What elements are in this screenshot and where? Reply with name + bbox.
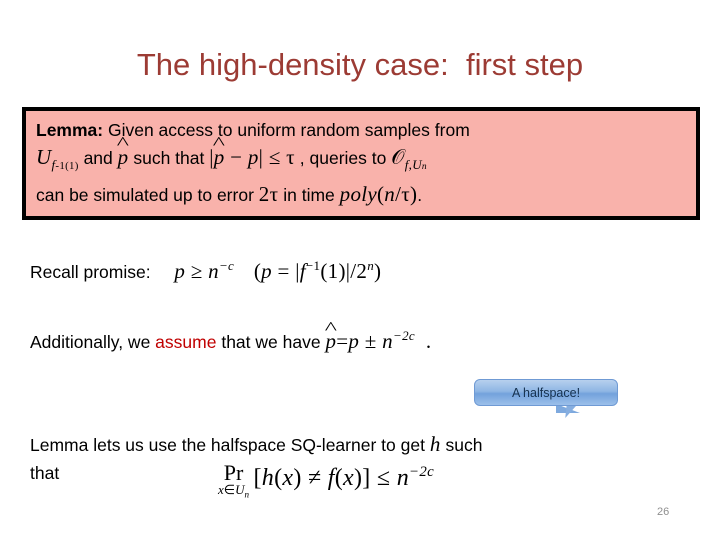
math-pr-sub-in: ∈: [223, 482, 236, 497]
math-U: U: [36, 145, 52, 169]
math-p-2: p: [261, 259, 272, 283]
hat-accent-icon: ^: [212, 133, 226, 154]
hat-accent-icon: ^: [324, 318, 338, 339]
math-U-sub-inverse: -1: [55, 160, 66, 173]
math-abs-close: |: [258, 145, 264, 169]
math-U-sub-one: (1): [65, 160, 79, 173]
page-number: 26: [657, 506, 670, 518]
math-abs-diff: | ^ p − p| ≤ τ: [209, 135, 295, 169]
math-exponent-n: n: [367, 258, 375, 273]
math-two: 2: [258, 182, 270, 207]
math-leq: ≤: [376, 465, 391, 492]
math-x-2: x: [343, 465, 354, 492]
lemma-line-3-period: .: [417, 185, 423, 206]
hat-accent-icon: ^: [116, 133, 130, 154]
lemma-line-2: Uf-1(1) and ^ p such that | ^ p − p| ≤ τ , …: [36, 135, 688, 181]
math-exponent-neg-c: −c: [218, 258, 235, 273]
math-paren-close: ): [374, 259, 382, 283]
lemma-line-3: can be simulated up to error 2τ in time …: [36, 181, 688, 209]
recall-promise-row: Recall promise: p ≥ n−c (p = |f−1(1)|/2n…: [30, 258, 381, 284]
math-divide-two: /2: [350, 259, 368, 283]
additionally-row: Additionally, we assume that we have ^ p=…: [30, 320, 432, 354]
math-n: n: [384, 182, 396, 207]
math-oracle-sub: f,U: [404, 157, 422, 173]
recall-promise-label: Recall promise:: [30, 262, 151, 282]
math-p-hat: ^ p: [117, 135, 129, 171]
math-f-argument: (1): [320, 259, 346, 283]
assume-accent-word: assume: [155, 332, 217, 352]
math-h: h: [261, 465, 275, 492]
math-geq: ≥: [190, 259, 203, 283]
math-bracket-close: ]: [362, 465, 371, 492]
lemma-line-3-mid: in time: [283, 185, 335, 206]
math-minus: −: [230, 145, 243, 169]
math-equals: =: [277, 259, 290, 283]
math-arg-close: ): [293, 465, 302, 492]
conclusion-post-text: such: [445, 435, 483, 455]
math-plus-minus: ±: [364, 329, 377, 353]
conclusion-pre-text: Lemma lets us use the halfspace SQ-learn…: [30, 435, 425, 455]
math-p-hat: ^ p: [325, 320, 337, 354]
conclusion-line2-text: that: [30, 463, 60, 483]
halfspace-callout[interactable]: A halfspace!: [474, 379, 618, 406]
math-pr-sub-U: U: [235, 482, 245, 497]
math-tau-3: τ: [401, 182, 410, 207]
math-p: p: [174, 259, 186, 283]
math-tau: τ: [286, 145, 295, 169]
math-f-inverse-exponent: −1: [305, 258, 321, 273]
math-uniform-dist: Uf-1(1): [36, 145, 79, 173]
lemma-queries-text: , queries to: [299, 148, 387, 168]
math-exponent-neg-2c: −2c: [392, 328, 415, 343]
math-x: x: [282, 465, 294, 492]
math-estimate-expression: p ± n−2c: [348, 328, 415, 353]
math-pr-subscript: x∈Un: [218, 483, 249, 500]
math-n: n: [382, 329, 393, 353]
math-arg2-open: (: [334, 465, 344, 492]
math-leq: ≤: [268, 145, 281, 169]
math-pr-label: Pr: [223, 460, 244, 485]
math-h-hypothesis: h: [429, 432, 441, 456]
additionally-mid-text: that we have: [221, 332, 321, 352]
conclusion-formula: Pr x∈Un [h(x) ≠ f(x)] ≤ n−2c: [218, 462, 434, 500]
lemma-box: Lemma: Given access to uniform random sa…: [22, 107, 700, 221]
halfspace-callout-label: A halfspace!: [511, 385, 581, 400]
math-not-equal: ≠: [307, 465, 322, 492]
math-f: f: [327, 465, 335, 492]
math-tau-2: τ: [269, 182, 279, 207]
math-oracle-symbol: 𝒪: [391, 145, 405, 169]
math-n: n: [208, 259, 219, 283]
math-poly: poly(n/τ): [340, 182, 418, 206]
math-pr-sub-n: n: [244, 489, 250, 500]
callout-tail: [565, 404, 598, 418]
additionally-pre-text: Additionally, we: [30, 332, 151, 352]
math-p: p: [247, 145, 259, 169]
math-oracle: 𝒪f,Un: [391, 145, 427, 173]
math-n: n: [396, 465, 409, 492]
lemma-line-1: Lemma: Given access to uniform random sa…: [36, 117, 688, 144]
math-equals: =: [336, 329, 349, 353]
lemma-line-1-text: Given access to uniform random samples f…: [103, 120, 470, 140]
math-bracket-open: [: [253, 465, 262, 492]
math-error-probability: [h(x) ≠ f(x)] ≤ n−2c: [253, 464, 434, 492]
lemma-label: Lemma:: [36, 120, 104, 140]
additionally-period: .: [425, 329, 432, 353]
math-poly-word: poly: [339, 182, 377, 207]
math-two-tau: 2τ: [259, 182, 279, 206]
math-p-definition: (p = |f−1(1)|/2n): [254, 258, 382, 283]
page-title: The high-density case: first step: [136, 47, 584, 82]
math-p: p: [348, 329, 360, 353]
lemma-line-3-pre: can be simulated up to error: [36, 185, 254, 206]
lemma-and-text: and: [83, 148, 113, 168]
math-oracle-sub-n: n: [421, 162, 427, 173]
math-exponent-neg-2c: −2c: [409, 464, 434, 481]
math-promise-inequality: p ≥ n−c: [174, 258, 235, 283]
lemma-suchthat-text: such that: [133, 148, 205, 168]
math-pr-operator: Pr x∈Un: [218, 462, 249, 500]
